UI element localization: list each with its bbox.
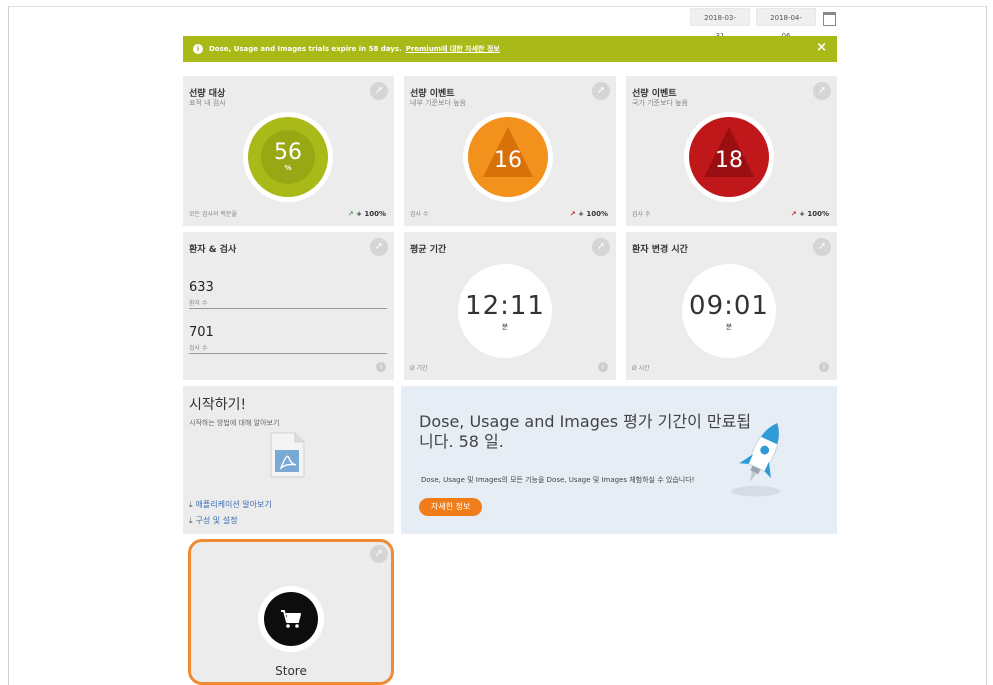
target-unit: % — [284, 164, 292, 172]
patients-exams-tile[interactable]: 환자 & 검사 ➚ 633 환자 수 701 검사 수 i — [183, 232, 394, 380]
exams-label: 검사 수 — [189, 345, 208, 352]
divider — [189, 308, 387, 309]
target-value: 56 — [274, 140, 302, 165]
patients-count: 633 — [189, 280, 214, 295]
store-icon-ring — [258, 586, 324, 652]
frame-top-border — [8, 6, 986, 7]
national-event-gauge: 18 — [684, 112, 774, 202]
promo-title: Dose, Usage and Images 평가 기간이 만료됩니다. 58 … — [419, 412, 752, 451]
trend-percent: + 100% — [578, 210, 608, 218]
gauge-outer-ring: 18 — [689, 117, 769, 197]
trend-up-icon: ↗ — [347, 210, 354, 218]
start-date-field[interactable]: 2018-03-31 — [690, 8, 750, 40]
config-settings-link[interactable]: ⤓ 구성 및 설정 — [189, 515, 237, 526]
share-icon[interactable]: ➚ — [813, 238, 831, 256]
dose-event-national-tile[interactable]: 선량 이벤트 국가 기준보다 높음 ➚ 18 검사 수 ↗ + 100% — [626, 76, 837, 226]
config-settings-label: 구성 및 설정 — [195, 516, 238, 525]
tile-subtitle: 국가 기준보다 높음 — [632, 99, 688, 107]
share-icon[interactable]: ➚ — [592, 238, 610, 256]
tile-footer-label: 검사 수 — [410, 211, 429, 218]
patients-label: 환자 수 — [189, 300, 208, 307]
internal-event-value: 16 — [494, 148, 522, 173]
getting-started-subtitle: 시작하는 방법에 대해 알아보기 — [189, 419, 280, 427]
calendar-icon[interactable] — [822, 10, 836, 26]
getting-started-title: 시작하기! — [189, 397, 247, 413]
pdf-document-icon[interactable] — [269, 432, 305, 478]
more-info-button[interactable]: 자세한 정보 — [419, 498, 483, 516]
share-icon[interactable]: ➚ — [592, 82, 610, 100]
cart-glyph — [281, 610, 301, 628]
frame-right-border — [986, 6, 987, 685]
exams-count: 701 — [189, 325, 214, 340]
trial-banner: i Dose, Usage and Images trials expire i… — [183, 36, 837, 62]
banner-text: Dose, Usage and Images trials expire in … — [209, 45, 402, 53]
trend-up-icon: ↗ — [790, 210, 797, 218]
info-icon[interactable]: i — [819, 362, 829, 372]
internal-event-gauge: 16 — [463, 112, 553, 202]
national-event-value: 18 — [715, 148, 743, 173]
info-icon: i — [193, 44, 203, 54]
avg-duration-value: 12:11 — [465, 290, 545, 321]
tile-subtitle: 표적 내 검사 — [189, 99, 226, 107]
premium-info-link[interactable]: Premium에 대한 자세한 정보 — [406, 44, 500, 54]
divider — [189, 353, 387, 354]
share-icon[interactable]: ➚ — [370, 545, 388, 563]
download-icon: ⤓ — [189, 500, 193, 509]
info-icon[interactable]: i — [376, 362, 386, 372]
trend-value: ↗ + 100% — [348, 210, 386, 218]
date-range-bar: 2018-03-31 2018-04-06 — [690, 8, 836, 40]
trial-promo-panel: Dose, Usage and Images 평가 기간이 만료됩니다. 58 … — [401, 386, 837, 534]
share-icon[interactable]: ➚ — [813, 82, 831, 100]
tile-title: 환자 & 검사 — [189, 245, 237, 255]
gauge-outer-ring: 56 % — [248, 117, 328, 197]
share-icon[interactable]: ➚ — [370, 82, 388, 100]
store-label: Store — [275, 664, 307, 678]
gauge-value: 56 % — [248, 117, 328, 197]
learn-app-link[interactable]: ⤓ 애플리케이션 알아보기 — [189, 499, 272, 510]
download-icon: ⤓ — [189, 516, 193, 525]
shopping-cart-icon — [264, 592, 318, 646]
learn-app-label: 애플리케이션 알아보기 — [195, 500, 272, 509]
tile-title: 평균 기간 — [410, 245, 447, 255]
info-icon[interactable]: i — [598, 362, 608, 372]
patient-change-dial: 09:01 분 — [682, 264, 776, 358]
gauge-outer-ring: 16 — [468, 117, 548, 197]
tile-footer-label: 검사 수 — [632, 211, 651, 218]
trend-percent: + 100% — [356, 210, 386, 218]
trend-percent: + 100% — [799, 210, 829, 218]
promo-body: Dose, Usage 및 Images의 모든 기능을 Dose, Usage… — [421, 476, 695, 484]
rocket-icon — [731, 422, 781, 497]
gauge-value: 16 — [468, 117, 548, 197]
banner-close-button[interactable]: × — [816, 40, 827, 55]
share-icon[interactable]: ➚ — [370, 238, 388, 256]
patient-change-unit: 분 — [725, 322, 733, 331]
trend-value: ↗ + 100% — [791, 210, 829, 218]
avg-duration-tile[interactable]: 평균 기간 ➚ 12:11 분 Ø 기간 i — [404, 232, 616, 380]
end-date-field[interactable]: 2018-04-06 — [756, 8, 816, 40]
frame-left-border — [8, 6, 9, 685]
dose-event-internal-tile[interactable]: 선량 이벤트 내부 기준보다 높음 ➚ 16 검사 수 ↗ + 100% — [404, 76, 616, 226]
tile-title: 환자 변경 시간 — [632, 245, 688, 255]
tile-footer-label: Ø 시간 — [632, 365, 650, 372]
trend-up-icon: ↗ — [569, 210, 576, 218]
avg-duration-dial: 12:11 분 — [458, 264, 552, 358]
getting-started-tile: 시작하기! 시작하는 방법에 대해 알아보기 ⤓ 애플리케이션 알아보기 ⤓ 구성 … — [183, 386, 394, 534]
target-gauge: 56 % — [243, 112, 333, 202]
tile-subtitle: 내부 기준보다 높음 — [410, 99, 466, 107]
patient-change-value: 09:01 — [689, 290, 769, 321]
avg-duration-unit: 분 — [501, 322, 509, 331]
tile-footer-label: Ø 기간 — [410, 365, 428, 372]
store-tile[interactable]: ➚ Store — [188, 539, 394, 685]
trend-value: ↗ + 100% — [570, 210, 608, 218]
dose-target-tile[interactable]: 선량 대상 표적 내 검사 ➚ 56 % 모든 검사의 백분율 ↗ + 100% — [183, 76, 394, 226]
patient-change-tile[interactable]: 환자 변경 시간 ➚ 09:01 분 Ø 시간 i — [626, 232, 837, 380]
gauge-value: 18 — [689, 117, 769, 197]
tile-footer-label: 모든 검사의 백분율 — [189, 211, 237, 218]
